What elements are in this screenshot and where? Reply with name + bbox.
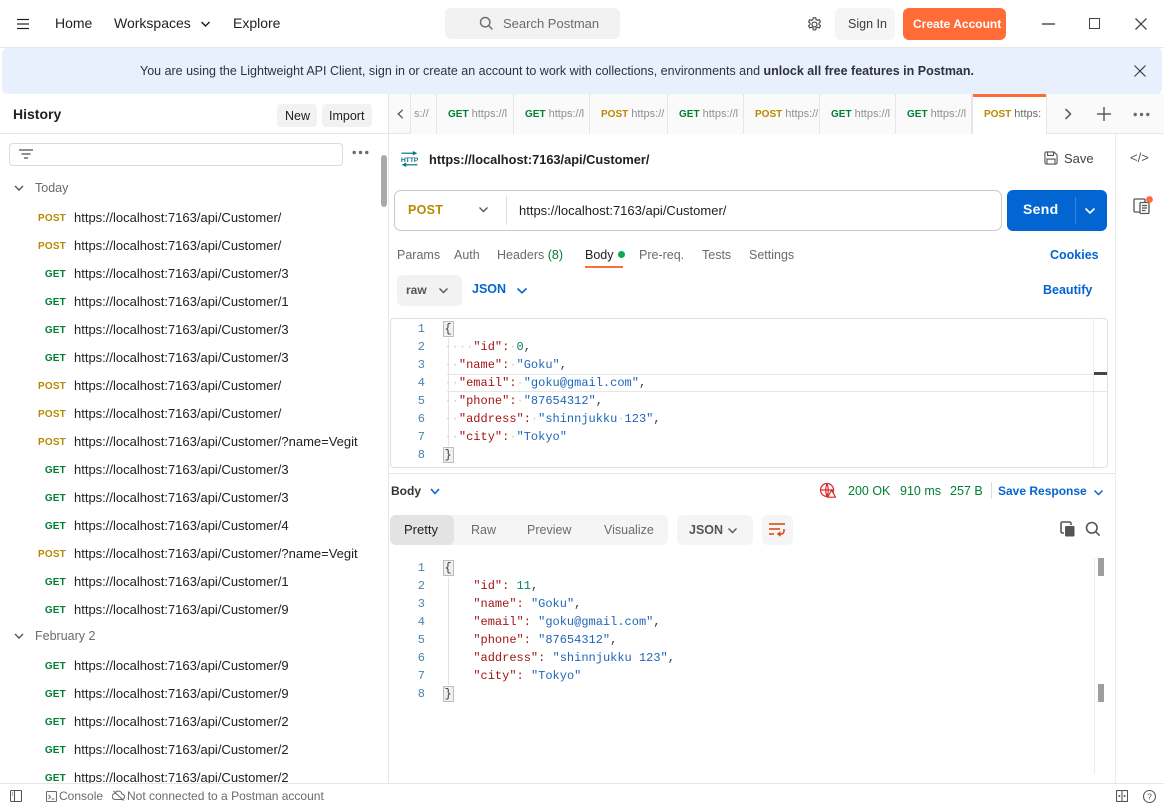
svg-text:?: ? — [1147, 791, 1152, 801]
svg-text:HTTP: HTTP — [401, 157, 418, 164]
